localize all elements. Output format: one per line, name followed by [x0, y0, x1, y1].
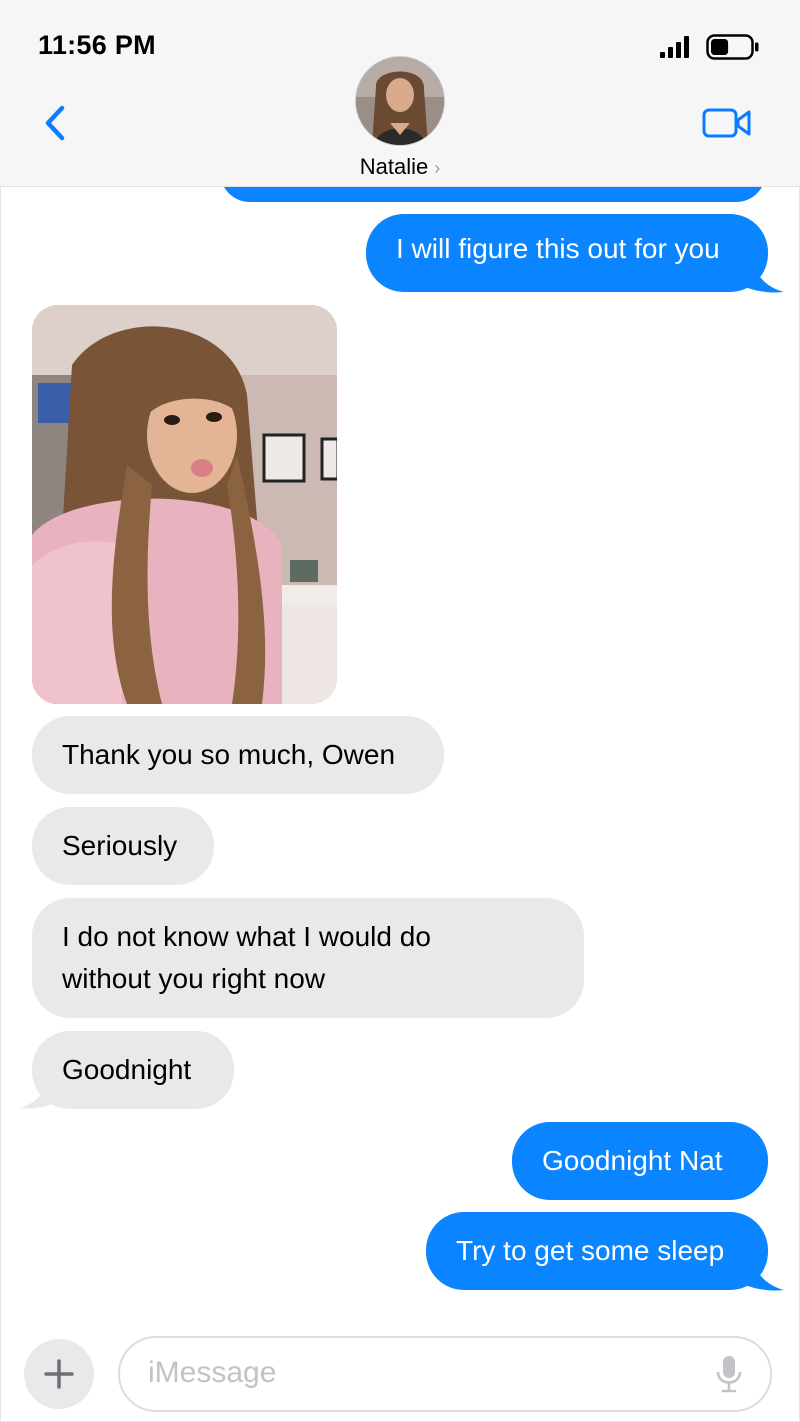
contact-name-button[interactable]: Natalie › — [0, 154, 800, 180]
incoming-message-bubble[interactable]: Thank you so much, Owen — [32, 716, 444, 794]
message-text: Seriously — [62, 830, 178, 861]
message-text: Thank you so much, Owen — [62, 739, 396, 770]
conversation-header: 11:56 PM Natalie › — [0, 0, 800, 187]
plus-icon — [44, 1359, 74, 1389]
outgoing-message-bubble[interactable]: Goodnight Nat — [512, 1122, 768, 1200]
incoming-message-bubble[interactable]: Goodnight — [32, 1031, 234, 1109]
contact-avatar[interactable] — [355, 56, 445, 146]
message-text: Try to get some sleep — [456, 1235, 725, 1266]
incoming-message-bubble[interactable]: Seriously — [32, 807, 214, 885]
input-placeholder: iMessage — [148, 1356, 277, 1389]
outgoing-bubble-tail — [736, 252, 784, 293]
chevron-right-icon: › — [434, 158, 441, 178]
outgoing-message-bubble[interactable]: Try to get some sleep — [426, 1212, 768, 1290]
message-text-line: without you right now — [62, 963, 326, 994]
chevron-left-icon[interactable] — [40, 104, 70, 142]
add-attachment-button[interactable] — [24, 1339, 94, 1409]
contact-name: Natalie — [359, 154, 429, 179]
outgoing-message-bubble[interactable]: I will figure this out for you — [366, 214, 768, 292]
battery-icon — [706, 34, 759, 60]
message-text: Goodnight — [62, 1054, 192, 1085]
photo-message[interactable] — [32, 305, 337, 704]
microphone-icon[interactable] — [716, 1354, 742, 1394]
message-text: Goodnight Nat — [542, 1145, 723, 1176]
incoming-message-bubble[interactable]: I do not know what I would do without yo… — [32, 898, 584, 1018]
status-time: 11:56 PM — [38, 30, 156, 60]
signal-icon — [660, 36, 689, 58]
video-camera-icon[interactable] — [702, 106, 752, 140]
imessage-input[interactable]: iMessage — [118, 1336, 772, 1412]
message-text: I will figure this out for you — [396, 233, 720, 264]
message-text-line: I do not know what I would do — [62, 921, 431, 952]
